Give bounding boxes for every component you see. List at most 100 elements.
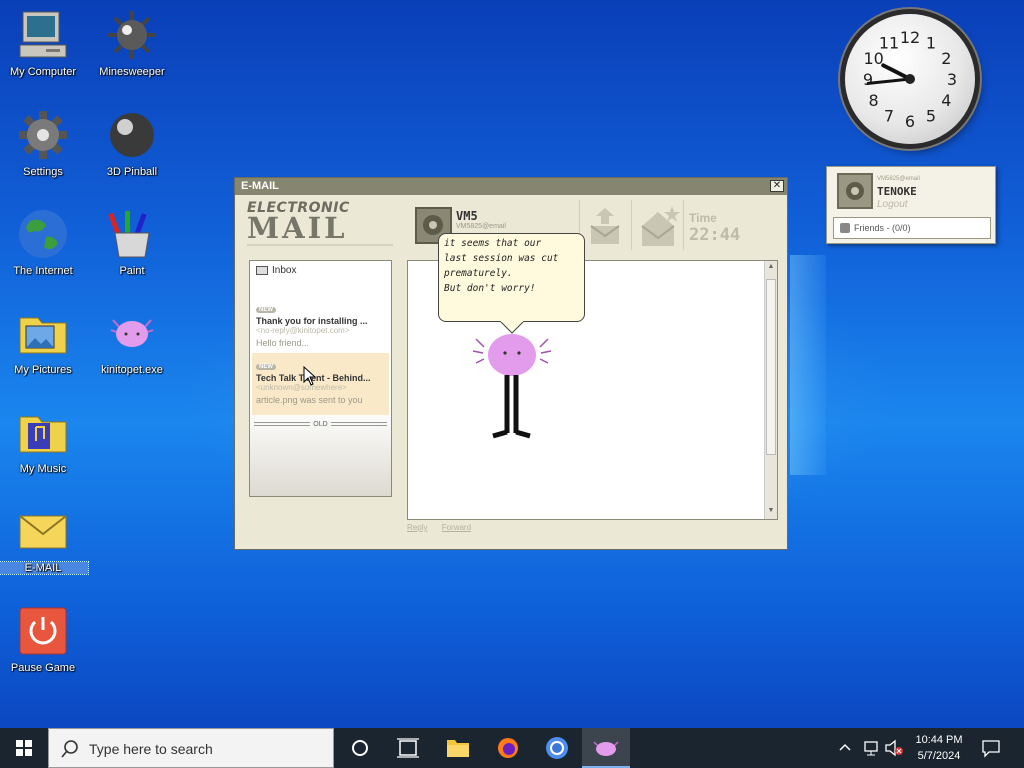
inbox-label: Inbox bbox=[272, 265, 297, 276]
speech-bubble-tail bbox=[500, 321, 524, 334]
computer-icon bbox=[16, 8, 70, 62]
start-button[interactable] bbox=[0, 728, 48, 768]
clock-number: 11 bbox=[879, 34, 899, 53]
desktop-icon-settings[interactable]: Settings bbox=[0, 108, 88, 178]
search-placeholder: Type here to search bbox=[89, 741, 213, 757]
clock-date: 5/7/2024 bbox=[917, 750, 961, 762]
message-sender: <unknown@somewhere> bbox=[256, 383, 347, 392]
inbox-header: Inbox bbox=[250, 261, 391, 281]
chrome-button[interactable] bbox=[533, 728, 581, 768]
desktop-icon-email[interactable]: E-MAIL bbox=[0, 504, 89, 575]
system-clock[interactable]: 10:44 PM 5/7/2024 bbox=[906, 732, 972, 764]
message-sender: <no-reply@kinitopet.com> bbox=[256, 326, 350, 335]
time-label: Time bbox=[689, 211, 717, 225]
pinball-icon bbox=[105, 108, 159, 162]
old-divider: OLD bbox=[254, 421, 387, 428]
task-view-button[interactable] bbox=[384, 728, 432, 768]
reply-link[interactable]: Reply bbox=[407, 523, 427, 532]
clock-center-pin bbox=[905, 74, 915, 84]
clock-number: 12 bbox=[900, 28, 920, 47]
clock-number: 8 bbox=[869, 91, 879, 110]
window-title[interactable]: E-MAIL bbox=[235, 178, 787, 195]
clock-minute-hand bbox=[866, 77, 912, 85]
volume-button[interactable] bbox=[884, 739, 904, 762]
windows-icon bbox=[16, 740, 32, 756]
outbox-icon[interactable] bbox=[588, 208, 622, 251]
search-input[interactable]: Type here to search bbox=[48, 728, 334, 768]
scroll-down-icon[interactable]: ▼ bbox=[766, 507, 776, 517]
browser-icon bbox=[546, 737, 568, 759]
axolotl-icon bbox=[593, 741, 619, 756]
file-explorer-button[interactable] bbox=[434, 728, 482, 768]
cortana-button[interactable] bbox=[336, 728, 384, 768]
desktop-icon-label: My Computer bbox=[9, 66, 77, 78]
desktop-icon-label: 3D Pinball bbox=[106, 166, 158, 178]
avatar bbox=[837, 173, 873, 209]
desktop-icon-minesweeper[interactable]: Minesweeper bbox=[87, 8, 177, 78]
show-hidden-icons-button[interactable] bbox=[838, 740, 852, 759]
desktop-icon-my-computer[interactable]: My Computer bbox=[0, 8, 88, 78]
clock-number: 6 bbox=[905, 112, 915, 131]
cortana-icon bbox=[352, 740, 368, 756]
desktop-icon-label: Pause Game bbox=[10, 662, 76, 674]
desktop-icon-label: The Internet bbox=[13, 265, 73, 277]
network-button[interactable] bbox=[862, 739, 880, 762]
clock-gadget[interactable]: 12 1 2 3 4 5 6 7 8 9 10 11 bbox=[845, 14, 975, 144]
desktop-icon-pause-game[interactable]: Pause Game bbox=[0, 604, 88, 674]
account-gadget: VM5825@email TENOKE Logout Friends - (0/… bbox=[826, 166, 996, 244]
list-item[interactable]: NEW Thank you for installing ... <no-rep… bbox=[252, 296, 389, 348]
desktop-icon-label: E-MAIL bbox=[0, 561, 89, 575]
inbox-list: Inbox NEW Thank you for installing ... <… bbox=[249, 260, 392, 497]
clock-face: 12 1234567891011 bbox=[863, 28, 957, 131]
wallpaper-light-pane bbox=[790, 255, 826, 475]
desktop-icon-my-pictures[interactable]: My Pictures bbox=[0, 306, 88, 376]
clock-time: 10:44 PM bbox=[915, 734, 963, 746]
message-subject: Thank you for installing ... bbox=[256, 316, 368, 326]
desktop-icon-paint[interactable]: Paint bbox=[87, 207, 177, 277]
desktop-icon-label: kinitopet.exe bbox=[101, 364, 163, 376]
clock-number: 3 bbox=[947, 70, 957, 89]
scrollbar[interactable]: ▲ ▼ bbox=[764, 261, 777, 519]
action-center-button[interactable] bbox=[980, 738, 1002, 763]
chevron-up-icon bbox=[839, 743, 851, 751]
friends-label: Friends - (0/0) bbox=[854, 223, 911, 233]
notification-icon bbox=[982, 740, 1000, 758]
speech-bubble: it seems that our last session was cut p… bbox=[438, 233, 585, 322]
desktop-icon-label: My Pictures bbox=[14, 364, 72, 376]
kinitopet-taskbar-button[interactable] bbox=[582, 728, 630, 768]
logout-link[interactable]: Logout bbox=[877, 199, 908, 210]
friend-icon bbox=[840, 223, 850, 233]
folder-icon bbox=[447, 740, 469, 757]
firefox-button[interactable] bbox=[484, 728, 532, 768]
scroll-thumb[interactable] bbox=[766, 279, 776, 455]
new-badge: NEW bbox=[256, 307, 276, 313]
volume-muted-icon bbox=[885, 739, 903, 757]
desktop-icon-label: Settings bbox=[23, 166, 63, 178]
desktop-icon-label: My Music bbox=[19, 463, 67, 475]
clock-number: 2 bbox=[941, 49, 951, 68]
axolotl-character[interactable] bbox=[472, 327, 552, 458]
desktop-icon-pinball[interactable]: 3D Pinball bbox=[87, 108, 177, 178]
desktop-icon-kinitopet[interactable]: kinitopet.exe bbox=[87, 306, 177, 376]
toolbar-divider bbox=[631, 200, 632, 250]
desktop-icon-internet[interactable]: The Internet bbox=[0, 207, 88, 277]
desktop-icon-my-music[interactable]: My Music bbox=[0, 405, 88, 475]
message-preview: Hello friend... bbox=[256, 338, 310, 348]
toolbar-divider bbox=[683, 200, 684, 250]
network-icon bbox=[864, 741, 878, 756]
search-icon bbox=[61, 740, 78, 758]
forward-link[interactable]: Forward bbox=[442, 523, 471, 532]
time-value: 22:44 bbox=[689, 225, 741, 245]
folder-icon bbox=[256, 266, 268, 275]
account-name: VM5 bbox=[456, 209, 478, 223]
firefox-icon bbox=[498, 738, 518, 758]
list-item[interactable]: NEW Tech Talk Talent - Behind... <unknow… bbox=[252, 353, 389, 415]
friends-button[interactable]: Friends - (0/0) bbox=[833, 217, 991, 239]
new-mail-icon[interactable] bbox=[640, 204, 682, 253]
close-button[interactable]: ✕ bbox=[770, 180, 784, 192]
message-subject: Tech Talk Talent - Behind... bbox=[256, 373, 371, 383]
scroll-up-icon[interactable]: ▲ bbox=[766, 263, 776, 273]
taskbar: Type here to search 10:44 PM 5/7/2024 bbox=[0, 728, 1024, 768]
account-email: VM5825@email bbox=[877, 176, 920, 182]
message-preview: article.png was sent to you bbox=[256, 395, 363, 405]
